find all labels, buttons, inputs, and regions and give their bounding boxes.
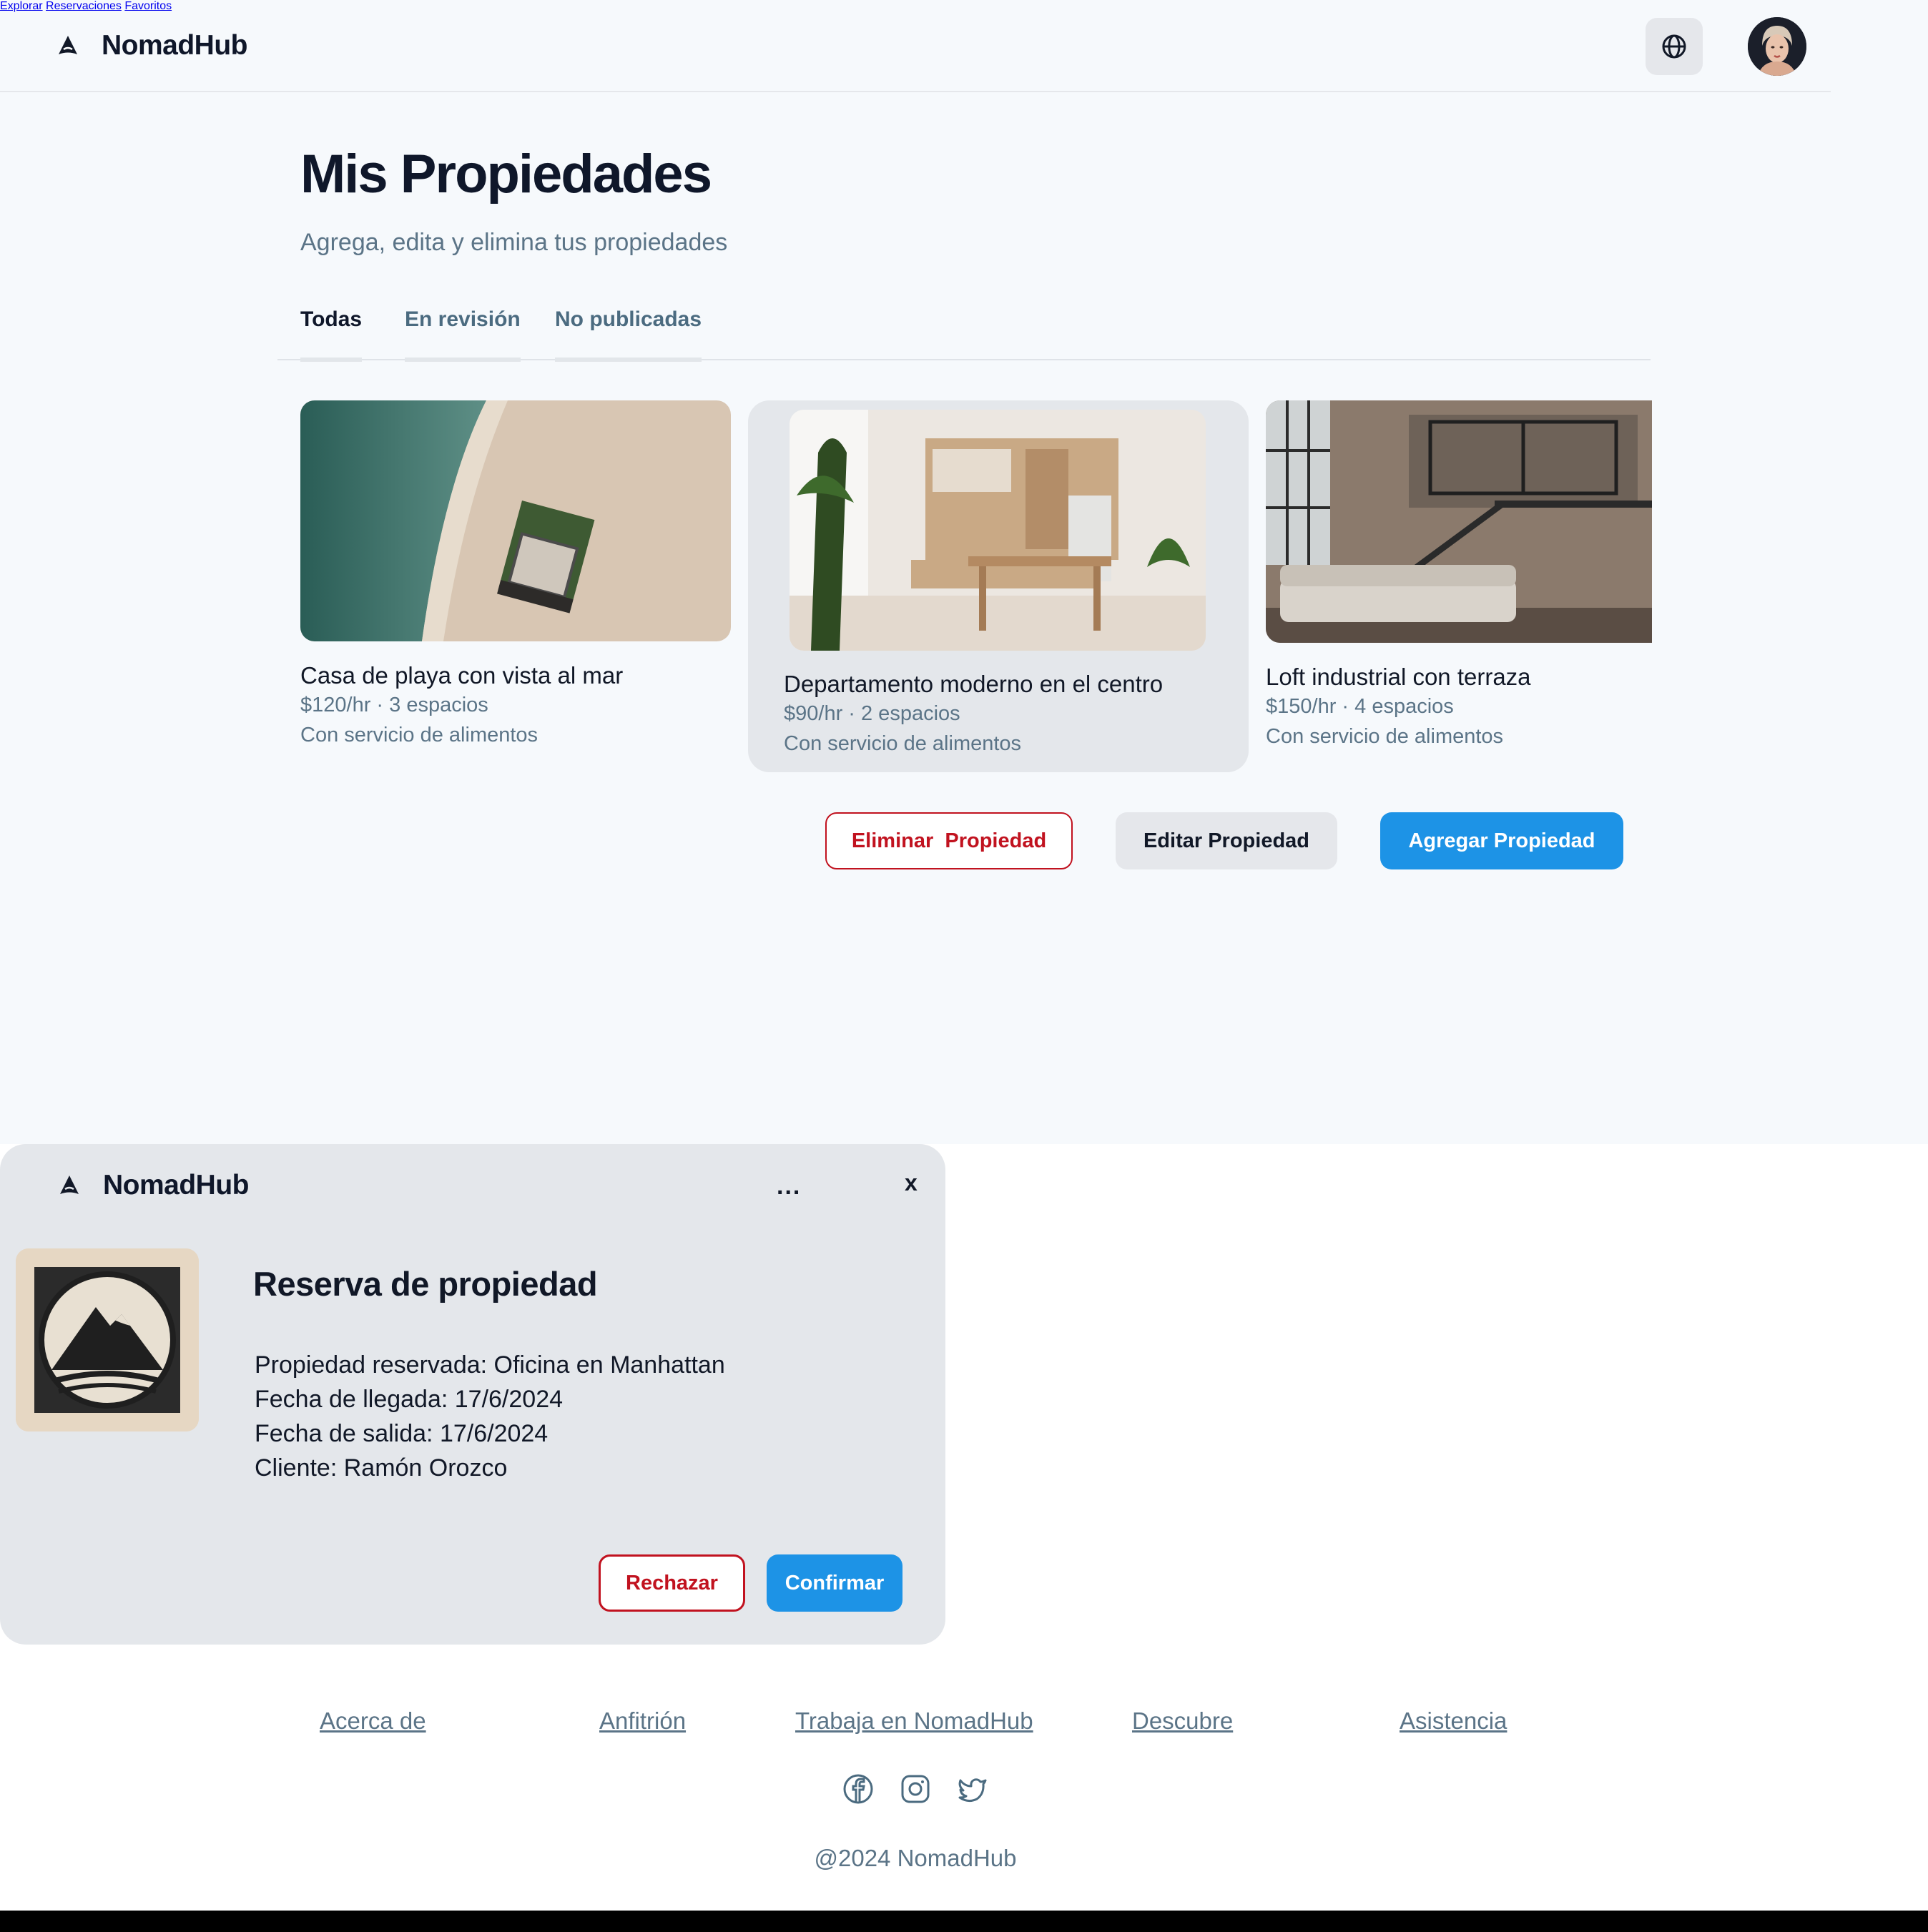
copyright: @2024 NomadHub [814, 1845, 1017, 1871]
departure-date-label: Fecha de salida: [255, 1420, 433, 1447]
delete-property-button[interactable]: Eliminar Propiedad [825, 812, 1073, 869]
property-price-spaces: $150/hr · 4 espacios [1266, 695, 1454, 718]
tab-en-revision[interactable]: En revisión [405, 307, 521, 362]
arrival-date-value: 17/6/2024 [448, 1386, 564, 1413]
twitter-icon[interactable] [957, 1773, 988, 1805]
tab-todas[interactable]: Todas [300, 307, 363, 362]
add-property-button[interactable]: Agregar Propiedad [1380, 812, 1623, 869]
property-title: Casa de playa con vista al mar [300, 662, 624, 689]
main-page: NomadHub Explorar Reservaciones Favorito… [0, 0, 1928, 1144]
reserved-property-value: Oficina en Manhattan [487, 1351, 725, 1379]
client-line: Cliente: Ramón Orozco [255, 1454, 507, 1482]
more-options-button[interactable]: ... [777, 1173, 801, 1201]
departure-date-line: Fecha de salida: 17/6/2024 [255, 1420, 548, 1448]
departure-date-value: 17/6/2024 [433, 1420, 549, 1447]
nomadhub-logo-icon [60, 1176, 79, 1194]
confirm-button[interactable]: Confirmar [767, 1554, 902, 1612]
nav-reservaciones[interactable]: Reservaciones [46, 0, 122, 12]
brand-name: NomadHub [102, 30, 248, 61]
brand[interactable]: NomadHub [56, 30, 248, 61]
booking-notification: NomadHub ... x Reserva de propiedad Prop… [0, 1144, 945, 1645]
reserved-property-line: Propiedad reservada: Oficina en Manhatta… [255, 1351, 725, 1379]
nav-explorar[interactable]: Explorar [0, 0, 43, 12]
notification-brand-name: NomadHub [103, 1170, 250, 1201]
footer-link-trabaja[interactable]: Trabaja en NomadHub [795, 1707, 1033, 1735]
footer-link-acerca-de[interactable]: Acerca de [320, 1707, 426, 1735]
reserved-property-label: Propiedad reservada: [255, 1351, 488, 1379]
footer-link-descubre[interactable]: Descubre [1132, 1707, 1233, 1735]
top-navbar: NomadHub Explorar Reservaciones Favorito… [0, 0, 1831, 92]
avatar-portrait [1748, 17, 1806, 76]
page-title: Mis Propiedades [300, 144, 712, 204]
bottom-bar [0, 1911, 1928, 1932]
property-card-apartment[interactable]: Departamento moderno en el centro $90/hr… [748, 400, 1249, 772]
notification-brand: NomadHub [57, 1170, 250, 1201]
property-image-apartment [790, 410, 1206, 651]
nomadhub-logo-icon [59, 36, 77, 54]
property-tabs: Todas En revisión No publicadas [277, 300, 1651, 362]
notification-title: Reserva de propiedad [253, 1265, 598, 1303]
property-title: Departamento moderno en el centro [784, 671, 1164, 697]
footer-link-asistencia[interactable]: Asistencia [1400, 1707, 1507, 1735]
property-price-spaces: $90/hr · 2 espacios [784, 702, 960, 725]
client-value: Ramón Orozco [337, 1454, 508, 1482]
arrival-date-line: Fecha de llegada: 17/6/2024 [255, 1386, 563, 1414]
edit-property-button[interactable]: Editar Propiedad [1116, 812, 1337, 869]
notification-image [16, 1248, 199, 1431]
property-image-loft [1266, 400, 1652, 643]
instagram-icon[interactable] [900, 1773, 931, 1805]
user-avatar[interactable] [1748, 17, 1806, 76]
property-card-loft[interactable]: Loft industrial con terraza $150/hr · 4 … [1266, 400, 1652, 758]
page-subtitle: Agrega, edita y elimina tus propiedades [300, 229, 728, 256]
tab-no-publicadas[interactable]: No publicadas [555, 307, 702, 362]
language-button[interactable] [1646, 18, 1703, 75]
facebook-icon[interactable] [842, 1773, 874, 1805]
footer-link-anfitrion[interactable]: Anfitrión [599, 1707, 686, 1735]
globe-icon [1662, 34, 1686, 59]
reject-button[interactable]: Rechazar [599, 1554, 745, 1612]
property-title: Loft industrial con terraza [1266, 664, 1531, 690]
property-food-service: Con servicio de alimentos [300, 724, 538, 746]
nav-favoritos[interactable]: Favoritos [124, 0, 172, 12]
close-button[interactable]: x [905, 1170, 918, 1196]
property-price-spaces: $120/hr · 3 espacios [300, 694, 488, 716]
property-food-service: Con servicio de alimentos [784, 732, 1022, 755]
client-label: Cliente: [255, 1454, 338, 1482]
property-card-beach[interactable]: Casa de playa con vista al mar $120/hr ·… [300, 400, 731, 758]
property-image-beach [300, 400, 731, 641]
property-food-service: Con servicio de alimentos [1266, 725, 1504, 748]
arrival-date-label: Fecha de llegada: [255, 1386, 448, 1413]
